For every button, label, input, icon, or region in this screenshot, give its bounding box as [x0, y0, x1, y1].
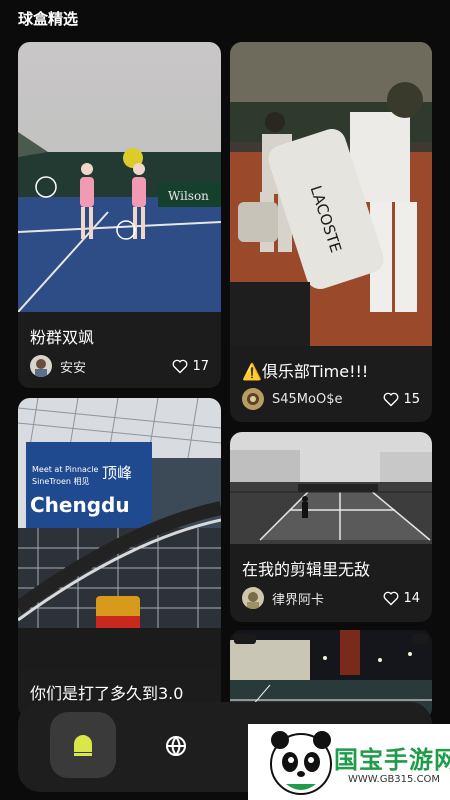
author-name[interactable]: S45MoO$e [272, 392, 383, 407]
banner-text: Chengdu [30, 493, 130, 517]
post-title[interactable]: 你们是打了多久到3.0 [30, 680, 183, 704]
banner-text: SineTroen 相见 [32, 476, 90, 486]
like-count: 17 [192, 358, 209, 374]
site-watermark: 国宝手游网 WWW.GB315.COM [248, 724, 450, 800]
post-photo[interactable] [230, 432, 432, 544]
post-card-2[interactable]: LACOSTE ⚠️俱乐部Time!!! S45MoO$e 15 [230, 42, 432, 422]
post-card-4[interactable]: 在我的剪辑里无敌 律界阿卡 14 [230, 432, 432, 622]
banner-text: 顶峰 [102, 464, 132, 482]
post-title[interactable]: 粉群双飒 [30, 324, 94, 348]
like-count: 15 [403, 391, 420, 407]
like-count: 14 [403, 590, 420, 606]
author-name[interactable]: 安安 [60, 357, 172, 376]
heart-icon [384, 591, 399, 605]
section-title: 球盒精选 [18, 10, 79, 28]
banner-text: Wilson [168, 189, 209, 203]
watermark-title: 国宝手游网 [334, 746, 450, 774]
banner-text: Meet at Pinnacle [32, 465, 99, 474]
avatar[interactable] [30, 355, 52, 377]
heart-icon [384, 392, 399, 406]
like-button[interactable]: 17 [172, 359, 209, 374]
author-name[interactable]: 律界阿卡 [272, 589, 383, 608]
like-button[interactable]: 15 [383, 392, 420, 407]
like-button[interactable]: 14 [383, 591, 420, 606]
home-ball-icon [74, 735, 92, 756]
globe-icon [166, 736, 186, 756]
post-card-1[interactable]: Wilson 粉群双飒 安安 17 [18, 42, 221, 388]
post-title[interactable]: 在我的剪辑里无敌 [242, 556, 370, 580]
panda-logo-icon [270, 731, 332, 795]
post-photo[interactable]: LACOSTE [230, 42, 432, 346]
post-card-3[interactable]: Meet at Pinnacle SineTroen 相见 Chengdu 顶峰… [18, 398, 221, 718]
heart-icon [173, 359, 188, 373]
watermark-url: WWW.GB315.COM [348, 774, 441, 785]
post-photo[interactable]: Wilson [18, 42, 221, 313]
post-photo[interactable]: Meet at Pinnacle SineTroen 相见 Chengdu 顶峰 [18, 398, 221, 668]
avatar[interactable] [242, 587, 264, 609]
avatar[interactable] [242, 388, 264, 410]
nav-explore-button[interactable] [154, 724, 198, 768]
post-title[interactable]: ⚠️俱乐部Time!!! [242, 358, 368, 382]
nav-home-button[interactable] [50, 712, 116, 778]
